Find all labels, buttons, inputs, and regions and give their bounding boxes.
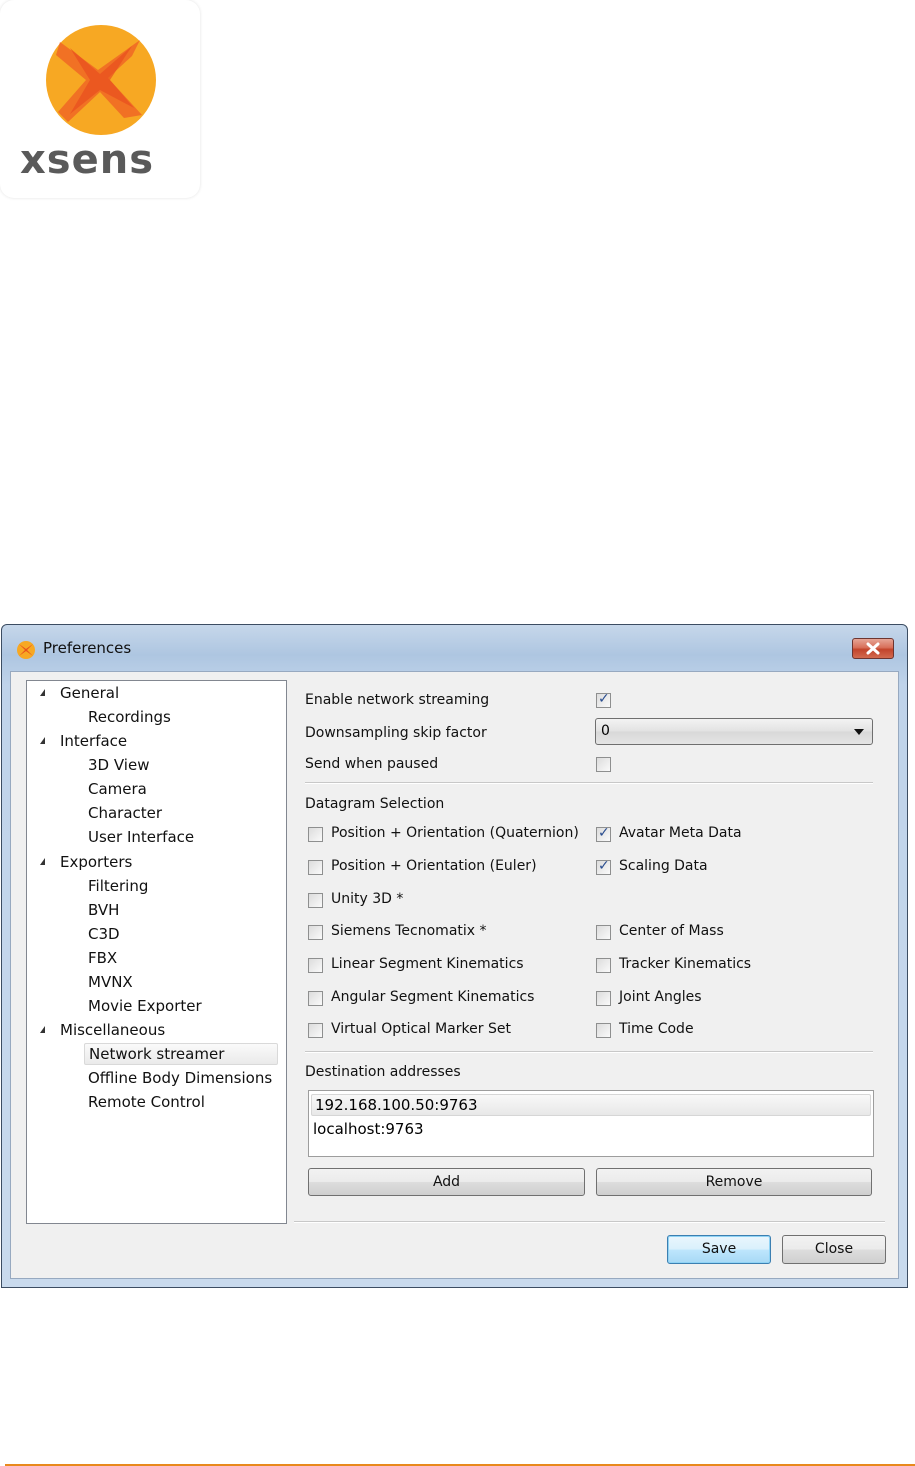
datagram-label: Angular Segment Kinematics — [331, 989, 535, 1005]
tree-group-interface[interactable]: Interface — [40, 730, 128, 752]
dialog-client-area: General Recordings Interface 3D View Cam… — [10, 671, 899, 1279]
datagram-checkbox-siemens[interactable] — [308, 925, 323, 940]
tree-item-remote-control[interactable]: Remote Control — [88, 1091, 205, 1113]
datagram-label: Time Code — [619, 1021, 694, 1037]
add-address-button[interactable]: Add — [308, 1168, 585, 1196]
datagram-checkbox-scaling[interactable]: ✓ — [596, 858, 611, 875]
preferences-dialog: Preferences General Recordings Interface… — [1, 624, 908, 1288]
datagram-label: Position + Orientation (Euler) — [331, 858, 537, 874]
divider — [305, 1051, 873, 1053]
xsens-wordmark: xsens — [20, 137, 155, 183]
datagram-label: Unity 3D * — [331, 891, 404, 907]
checkmark-icon: ✓ — [598, 691, 610, 707]
datagram-label: Joint Angles — [619, 989, 702, 1005]
tree-group-general[interactable]: General — [40, 682, 120, 704]
downsampling-value: 0 — [601, 723, 610, 739]
destination-item[interactable]: localhost:9763 — [313, 1118, 424, 1140]
tree-label: General — [60, 684, 120, 702]
datagram-heading: Datagram Selection — [305, 796, 445, 812]
datagram-label: Scaling Data — [619, 858, 708, 874]
tree-item-3d-view[interactable]: 3D View — [88, 754, 149, 776]
destination-list[interactable]: 192.168.100.50:9763 localhost:9763 — [308, 1090, 874, 1157]
chevron-down-icon — [854, 729, 864, 735]
tree-label: Miscellaneous — [60, 1021, 166, 1039]
tree-item-network-streamer[interactable]: Network streamer — [84, 1043, 278, 1065]
datagram-label: Position + Orientation (Quaternion) — [331, 825, 579, 841]
preferences-tree[interactable]: General Recordings Interface 3D View Cam… — [26, 680, 287, 1224]
datagram-checkbox-unity3d[interactable] — [308, 893, 323, 908]
checkmark-icon: ✓ — [598, 858, 610, 874]
tree-item-movie-exporter[interactable]: Movie Exporter — [88, 995, 202, 1017]
datagram-checkbox-euler[interactable] — [308, 860, 323, 875]
title-bar[interactable]: Preferences — [2, 625, 907, 671]
close-button[interactable]: Close — [782, 1235, 886, 1264]
datagram-checkbox-time-code[interactable] — [596, 1023, 611, 1038]
expanded-arrow-icon[interactable] — [40, 689, 45, 696]
divider — [305, 782, 873, 784]
datagram-checkbox-quaternion[interactable] — [308, 827, 323, 842]
divider — [294, 1221, 885, 1223]
datagram-checkbox-angular-kinematics[interactable] — [308, 991, 323, 1006]
tree-item-filtering[interactable]: Filtering — [88, 875, 148, 897]
send-when-paused-label: Send when paused — [305, 756, 439, 772]
datagram-checkbox-virtual-marker[interactable] — [308, 1023, 323, 1038]
datagram-label: Linear Segment Kinematics — [331, 956, 524, 972]
datagram-label: Avatar Meta Data — [619, 825, 742, 841]
destination-item[interactable]: 192.168.100.50:9763 — [311, 1094, 871, 1116]
expanded-arrow-icon[interactable] — [40, 858, 45, 865]
close-icon — [866, 642, 880, 655]
tree-label: Exporters — [60, 853, 133, 871]
datagram-label: Center of Mass — [619, 923, 724, 939]
tree-item-mvnx[interactable]: MVNX — [88, 971, 133, 993]
tree-item-bvh[interactable]: BVH — [88, 899, 119, 921]
xsens-logo: xsens — [0, 0, 200, 198]
app-icon — [17, 641, 35, 659]
expanded-arrow-icon[interactable] — [40, 1026, 45, 1033]
downsampling-select[interactable]: 0 — [595, 718, 873, 745]
window-title: Preferences — [43, 639, 132, 657]
tree-item-camera[interactable]: Camera — [88, 778, 147, 800]
downsampling-label: Downsampling skip factor — [305, 725, 487, 741]
tree-group-miscellaneous[interactable]: Miscellaneous — [40, 1019, 166, 1041]
destinations-heading: Destination addresses — [305, 1064, 461, 1080]
tree-item-offline-body-dimensions[interactable]: Offline Body Dimensions — [88, 1067, 272, 1089]
datagram-checkbox-joint-angles[interactable] — [596, 991, 611, 1006]
save-button[interactable]: Save — [667, 1235, 771, 1264]
tree-label: Interface — [60, 732, 128, 750]
datagram-label: Tracker Kinematics — [619, 956, 752, 972]
remove-address-button[interactable]: Remove — [596, 1168, 872, 1196]
close-window-button[interactable] — [852, 638, 894, 659]
enable-streaming-label: Enable network streaming — [305, 692, 490, 708]
datagram-checkbox-linear-kinematics[interactable] — [308, 958, 323, 973]
send-when-paused-checkbox[interactable] — [596, 757, 611, 772]
enable-streaming-checkbox[interactable]: ✓ — [596, 691, 611, 708]
expanded-arrow-icon[interactable] — [40, 737, 45, 744]
datagram-label: Siemens Tecnomatix * — [331, 923, 487, 939]
checkmark-icon: ✓ — [598, 825, 610, 841]
tree-item-character[interactable]: Character — [88, 802, 162, 824]
tree-item-c3d[interactable]: C3D — [88, 923, 120, 945]
datagram-checkbox-center-of-mass[interactable] — [596, 925, 611, 940]
datagram-label: Virtual Optical Marker Set — [331, 1021, 511, 1037]
tree-item-user-interface[interactable]: User Interface — [88, 826, 194, 848]
tree-item-fbx[interactable]: FBX — [88, 947, 117, 969]
tree-group-exporters[interactable]: Exporters — [40, 851, 133, 873]
datagram-checkbox-tracker-kinematics[interactable] — [596, 958, 611, 973]
datagram-checkbox-avatar-meta[interactable]: ✓ — [596, 825, 611, 842]
tree-item-recordings[interactable]: Recordings — [88, 706, 171, 728]
